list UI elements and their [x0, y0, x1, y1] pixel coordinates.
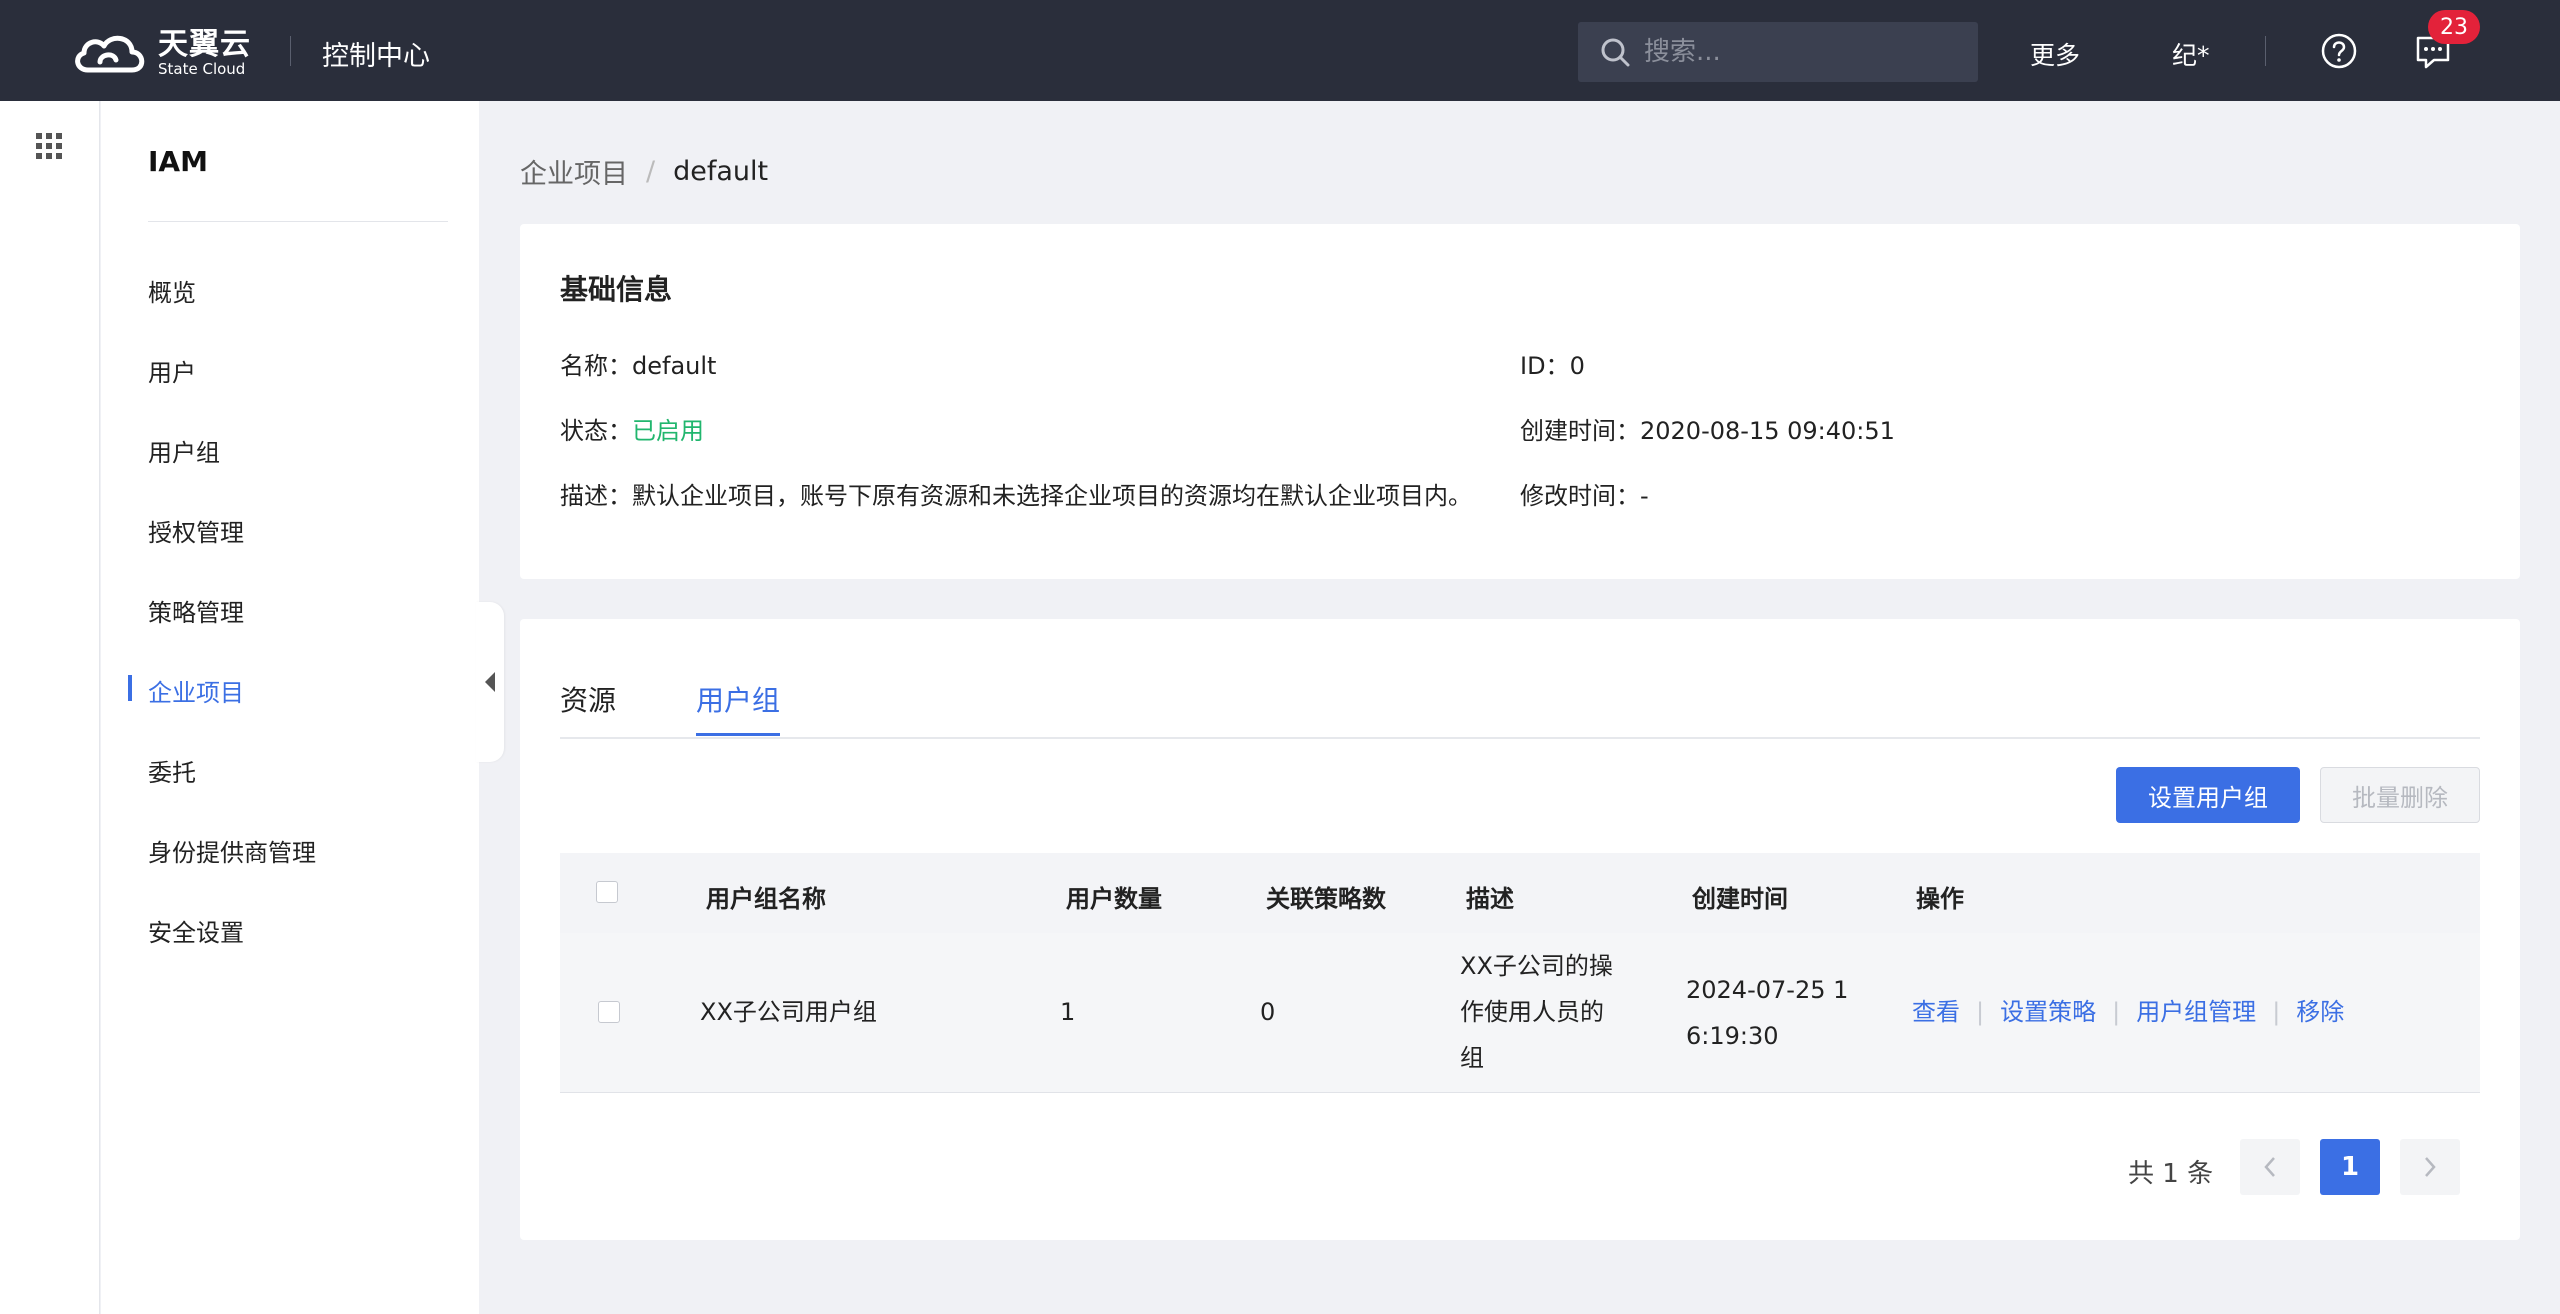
- remove-link[interactable]: 移除: [2296, 998, 2344, 1026]
- header-divider: [290, 36, 291, 66]
- sidebar: IAM 概览 用户 用户组 授权管理 策略管理 企业项目 委托 身份提供商管理 …: [101, 101, 479, 1314]
- breadcrumb-parent[interactable]: 企业项目: [520, 152, 628, 191]
- product-rail: [0, 101, 100, 1314]
- sidebar-item-enterprise-projects[interactable]: 企业项目: [148, 673, 244, 708]
- sidebar-item-overview[interactable]: 概览: [148, 273, 196, 308]
- sidebar-collapse-handle[interactable]: [476, 602, 504, 762]
- info-description: 描述：默认企业项目，账号下原有资源和未选择企业项目的资源均在默认企业项目内。: [560, 482, 1472, 510]
- info-modified: 修改时间：-: [1520, 482, 1649, 510]
- column-header: 关联策略数: [1266, 885, 1386, 913]
- header-divider: [2265, 36, 2266, 66]
- cell-group-name: XX子公司用户组: [700, 998, 877, 1026]
- pagination: 共 1 条 1: [520, 1139, 2520, 1199]
- info-created: 创建时间：2020-08-15 09:40:51: [1520, 417, 1895, 445]
- set-user-group-button[interactable]: 设置用户组: [2116, 767, 2300, 823]
- breadcrumb: 企业项目 / default: [520, 152, 768, 191]
- manage-group-link[interactable]: 用户组管理: [2136, 998, 2256, 1026]
- cell-description: XX子公司的操 作使用人员的 组: [1460, 952, 1613, 1072]
- next-page-button[interactable]: [2400, 1139, 2460, 1195]
- row-checkbox[interactable]: [598, 1001, 620, 1023]
- more-menu[interactable]: 更多: [2030, 36, 2080, 72]
- user-menu[interactable]: 纪*: [2172, 36, 2210, 72]
- basic-info-card: 基础信息 名称：default 状态：已启用 描述：默认企业项目，账号下原有资源…: [520, 224, 2520, 579]
- tab-resources[interactable]: 资源: [560, 679, 616, 733]
- column-header: 描述: [1466, 885, 1514, 913]
- notification-badge: 23: [2428, 10, 2480, 44]
- breadcrumb-separator: /: [646, 156, 656, 187]
- chevron-right-icon: [2425, 1157, 2436, 1177]
- info-id-value: 0: [1569, 352, 1585, 380]
- column-header: 用户数量: [1066, 885, 1162, 913]
- sidebar-item-delegation[interactable]: 委托: [148, 753, 196, 788]
- sidebar-item-identity-providers[interactable]: 身份提供商管理: [148, 833, 316, 868]
- info-created-value: 2020-08-15 09:40:51: [1640, 417, 1895, 445]
- set-policy-link[interactable]: 设置策略: [2000, 998, 2096, 1026]
- brand-name-en: State Cloud: [158, 60, 246, 79]
- info-name-value: default: [632, 352, 717, 380]
- column-header: 创建时间: [1692, 885, 1788, 913]
- sidebar-item-authorization[interactable]: 授权管理: [148, 513, 244, 548]
- info-id: ID：0: [1520, 352, 1585, 380]
- cell-user-count: 1: [1060, 998, 1076, 1026]
- detail-tabs-card: 资源 用户组 设置用户组 批量删除 用户组名称 用户数量 关联策略数 描述 创建…: [520, 619, 2520, 1240]
- cloud-logo-icon: [75, 35, 145, 73]
- sidebar-item-user-groups[interactable]: 用户组: [148, 433, 220, 468]
- search-icon: [1601, 38, 1630, 67]
- column-header: 操作: [1916, 885, 1964, 913]
- brand-logo[interactable]: 天翼云 State Cloud: [70, 28, 251, 78]
- prev-page-button[interactable]: [2240, 1139, 2300, 1195]
- sidebar-item-policies[interactable]: 策略管理: [148, 593, 244, 628]
- select-all-checkbox[interactable]: [596, 881, 618, 903]
- breadcrumb-current: default: [673, 156, 769, 187]
- active-indicator: [128, 675, 132, 701]
- sidebar-title: IAM: [148, 145, 208, 178]
- grid-menu-icon[interactable]: [36, 133, 62, 159]
- global-search[interactable]: [1578, 22, 1978, 82]
- tab-bar: 资源 用户组: [560, 679, 2480, 739]
- page-button-current[interactable]: 1: [2320, 1139, 2380, 1195]
- tab-user-groups[interactable]: 用户组: [696, 679, 781, 736]
- cell-created-time: 2024-07-25 1 6:19:30: [1686, 976, 1849, 1050]
- info-modified-value: -: [1640, 482, 1649, 510]
- basic-info-title: 基础信息: [560, 273, 673, 306]
- info-name: 名称：default: [560, 352, 717, 380]
- console-title[interactable]: 控制中心: [322, 34, 430, 73]
- view-link[interactable]: 查看: [1912, 998, 1960, 1026]
- status-badge: 已启用: [632, 417, 704, 445]
- batch-delete-button[interactable]: 批量删除: [2320, 767, 2480, 823]
- help-icon[interactable]: [2320, 32, 2358, 70]
- column-header: 用户组名称: [706, 885, 826, 913]
- brand-name-cn: 天翼云: [158, 27, 251, 63]
- table-row: XX子公司用户组 1 0 XX子公司的操 作使用人员的 组 2024-07-25…: [560, 933, 2480, 1093]
- chevron-left-icon: [2264, 1157, 2275, 1177]
- cell-policy-count: 0: [1260, 998, 1276, 1026]
- search-input[interactable]: [1644, 37, 1964, 67]
- sidebar-divider: [148, 221, 448, 222]
- top-bar: 天翼云 State Cloud 控制中心 更多 纪* 23: [0, 0, 2560, 101]
- sidebar-item-security[interactable]: 安全设置: [148, 913, 244, 948]
- sidebar-item-users[interactable]: 用户: [148, 353, 196, 388]
- cell-actions: 查看 | 设置策略 | 用户组管理 | 移除: [1912, 998, 2345, 1026]
- info-status: 状态：已启用: [560, 417, 704, 445]
- info-description-value: 默认企业项目，账号下原有资源和未选择企业项目的资源均在默认企业项目内。: [632, 482, 1472, 510]
- pagination-total: 共 1 条: [2128, 1159, 2214, 1189]
- table-header: 用户组名称 用户数量 关联策略数 描述 创建时间 操作: [560, 853, 2480, 933]
- caret-left-icon: [485, 672, 495, 692]
